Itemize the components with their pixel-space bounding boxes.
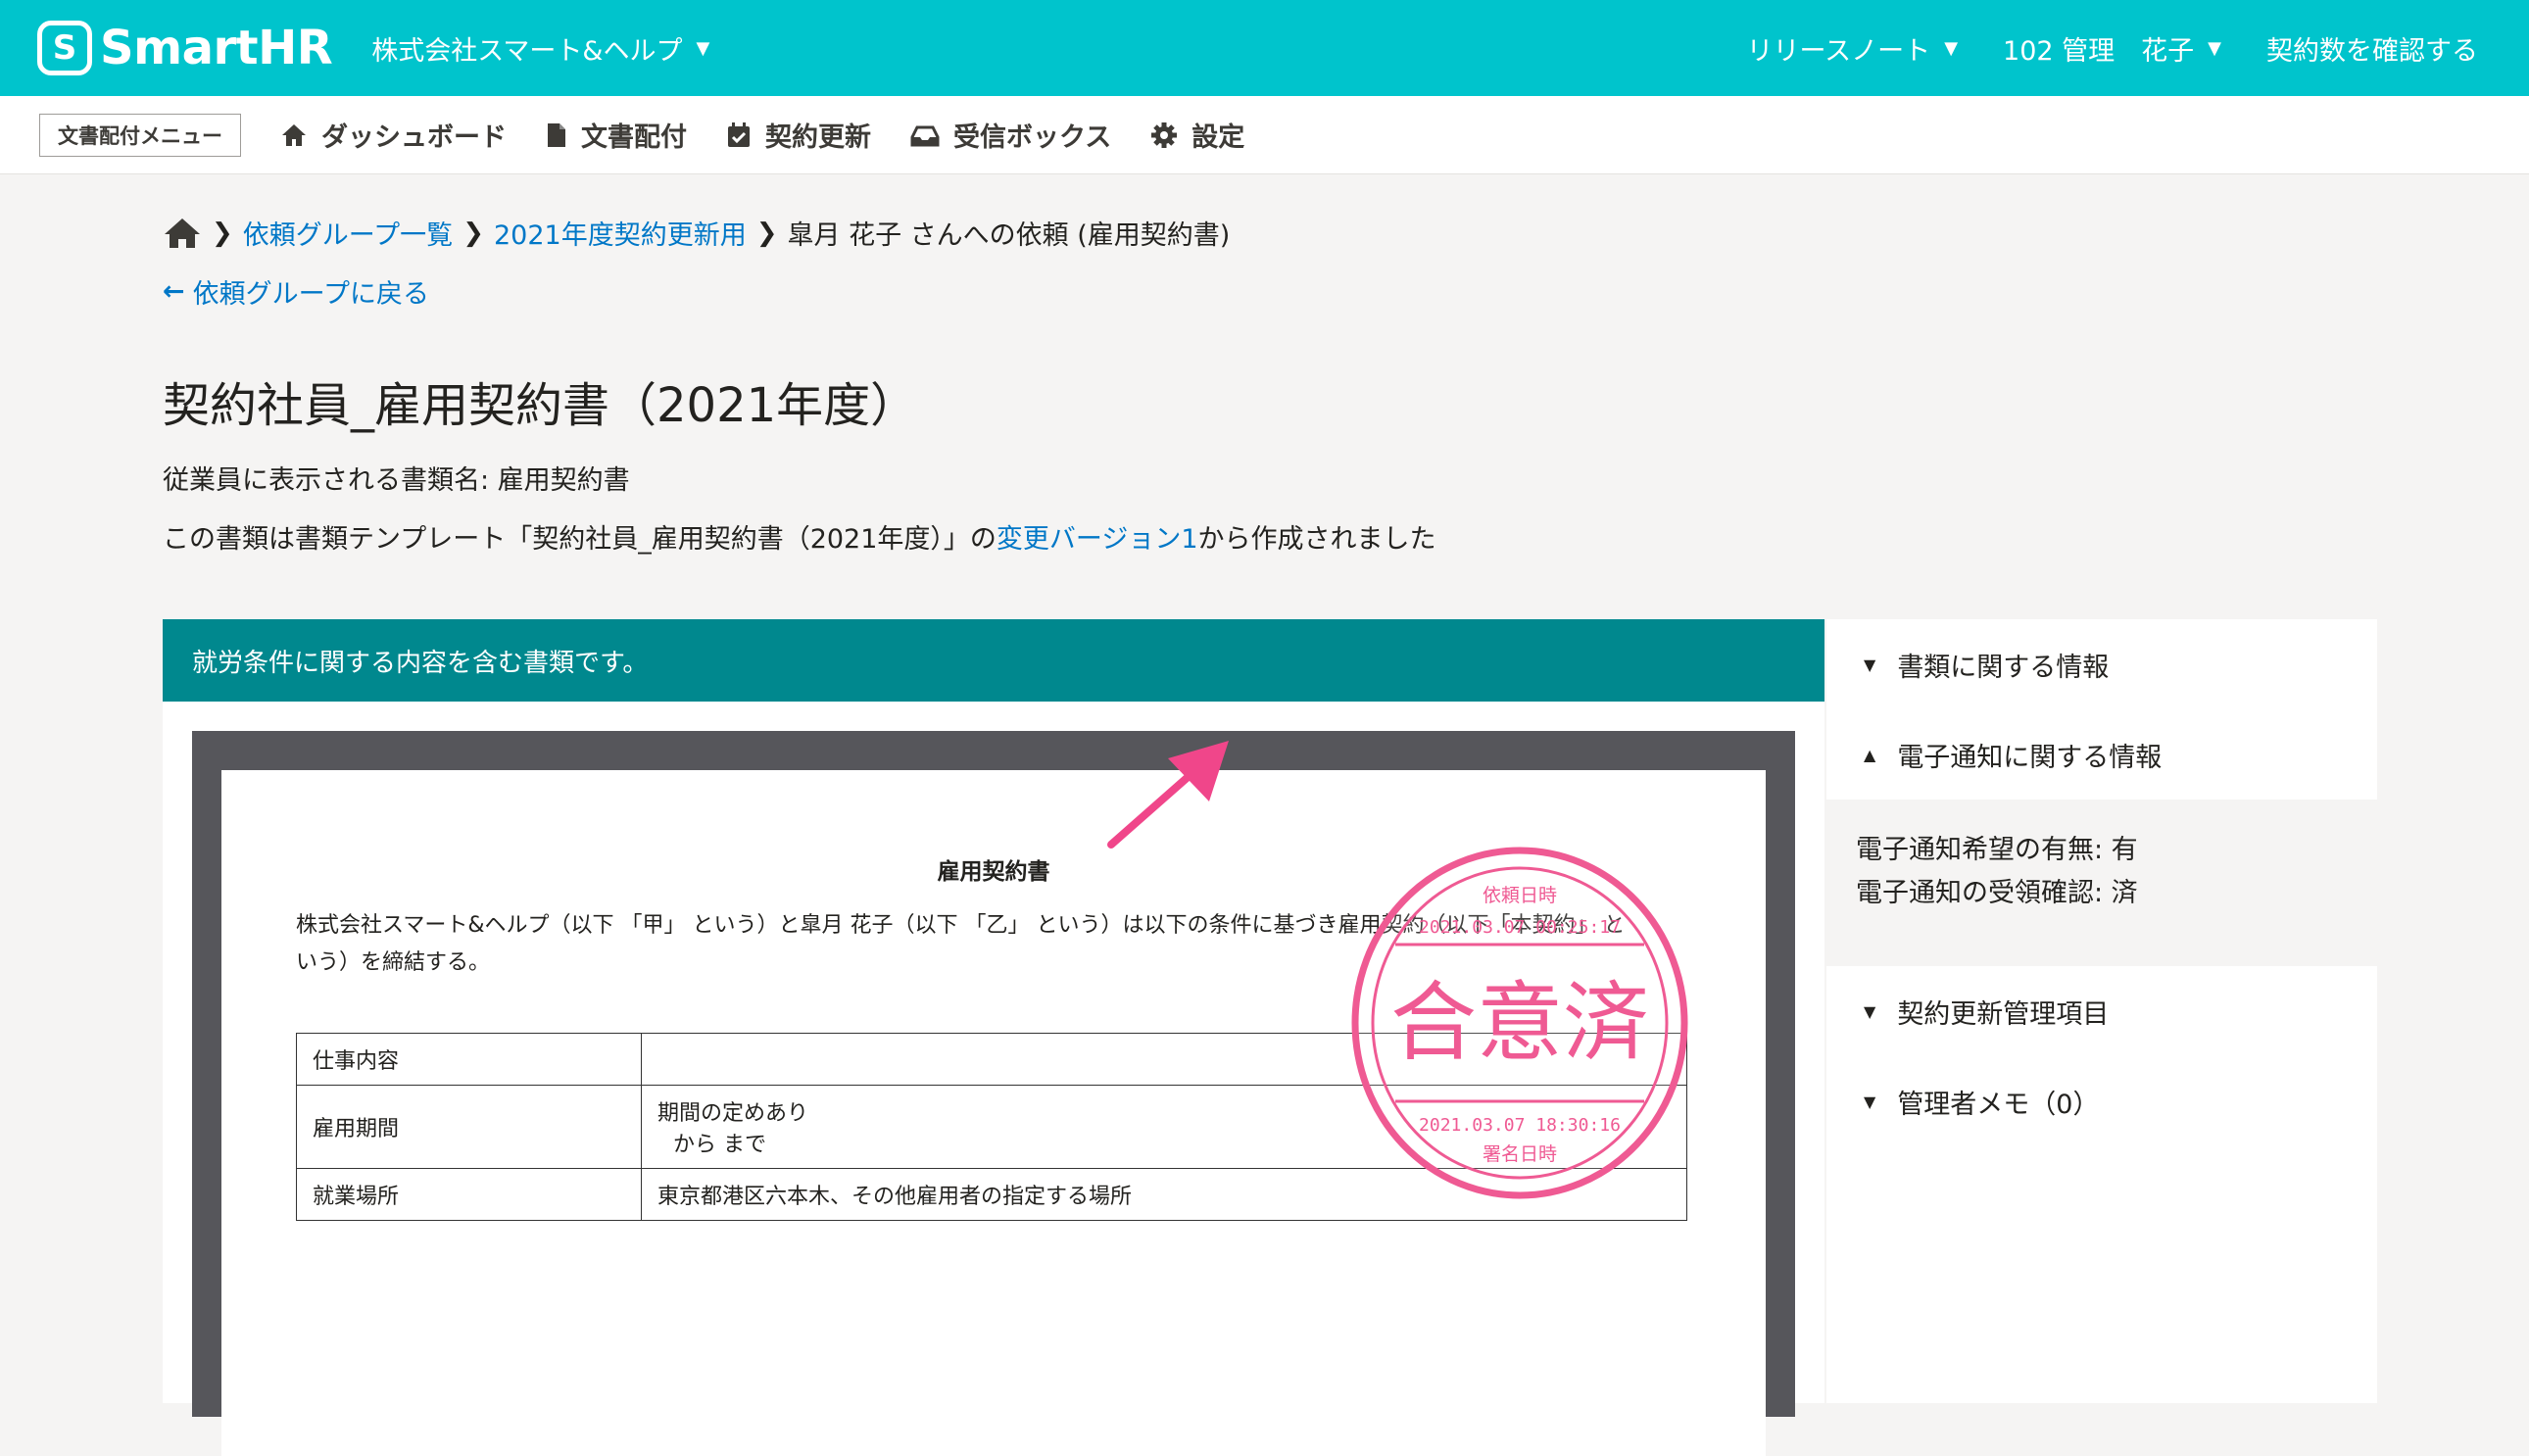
accordion-label: 書類に関する情報 [1897,652,2110,683]
menu-tag: 文書配付メニュー [39,113,241,157]
caret-down-icon: ▼ [1864,1001,1876,1021]
stamp-top-date: 2021.03.07 00:25:17 [1419,917,1621,938]
nav-label: 文書配付 [581,122,687,153]
agreement-stamp: 依頼日時 2021.03.07 00:25:17 合意済 2021.03.07 … [1351,847,1688,1199]
nav-label: 設定 [1192,122,1245,153]
check-contracts-label: 契約数を確認する [2266,35,2478,67]
employee-doc-name: 従業員に表示される書類名: 雇用契約書 [163,465,630,496]
breadcrumb: ❯ 依頼グループ一覧 ❯ 2021年度契約更新用 ❯ 皐月 花子 さんへの依頼 … [163,214,1230,252]
release-notes-label: リリースノート [1746,35,1931,67]
chevron-right-icon: ❯ [212,218,233,248]
breadcrumb-renewal-group[interactable]: 2021年度契約更新用 [494,214,747,252]
info-sidebar: ▼ 書類に関する情報 ▲ 電子通知に関する情報 電子通知希望の有無: 有 電子通… [1826,619,2377,1403]
notification-wish: 電子通知希望の有無: 有 [1856,835,2138,865]
nav-label: 受信ボックス [953,122,1112,153]
breadcrumb-request-groups[interactable]: 依頼グループ一覧 [243,214,453,252]
company-switcher[interactable]: 株式会社スマート&ヘルプ ▼ [371,29,709,68]
accordion-document-info[interactable]: ▼ 書類に関する情報 [1826,619,2377,709]
release-notes-menu[interactable]: リリースノート ▼ [1747,29,1959,68]
chevron-down-icon: ▼ [1944,37,1959,59]
gear-icon [1151,121,1178,148]
chevron-right-icon: ❯ [755,218,778,248]
chevron-down-icon: ▼ [2208,37,2221,59]
inbox-icon [910,125,940,146]
chevron-down-icon: ▼ [696,37,710,59]
working-conditions-banner: 就労条件に関する内容を含む書類です。 [163,619,1824,702]
chevron-right-icon: ❯ [462,218,484,248]
nav-label: ダッシュボード [321,122,507,153]
stamp-bottom-label: 署名日時 [1483,1143,1557,1165]
notification-receipt: 電子通知の受領確認: 済 [1856,878,2138,908]
nav-dashboard[interactable]: ダッシュボード [280,116,507,154]
back-label: 依頼グループに戻る [192,279,430,310]
caret-up-icon: ▲ [1864,745,1876,764]
doc-delivery-nav: 文書配付メニュー ダッシュボード 文書配付 契約更新 受信ボックス 設定 [0,96,2529,174]
nav-label: 契約更新 [765,122,871,153]
template-version-link[interactable]: 変更バージョン1 [997,524,1198,555]
table-key: 雇用期間 [296,1085,642,1169]
smarthr-logo[interactable]: S SmartHR [37,21,333,75]
arrow-left-icon: ← [163,276,185,307]
back-to-group-link[interactable]: ← 依頼グループに戻る [163,272,429,311]
accordion-label: 契約更新管理項目 [1897,998,2110,1030]
user-menu[interactable]: 102 管理 花子 ▼ [2003,29,2221,68]
template-info: この書類は書類テンプレート「契約社員_雇用契約書（2021年度）」の変更バージョ… [163,517,1436,556]
accordion-notification-info[interactable]: ▲ 電子通知に関する情報 [1826,709,2377,800]
stamp-bottom-date: 2021.03.07 18:30:16 [1419,1115,1621,1136]
accordion-renewal-items[interactable]: ▼ 契約更新管理項目 [1826,966,2377,1056]
user-name: 102 管理 花子 [2003,35,2195,67]
accordion-label: 管理者メモ（0） [1897,1089,2100,1120]
caret-down-icon: ▼ [1864,1092,1876,1111]
top-header: S SmartHR 株式会社スマート&ヘルプ ▼ リリースノート ▼ 102 管… [0,0,2529,96]
stamp-top-label: 依頼日時 [1483,885,1557,906]
nav-inbox[interactable]: 受信ボックス [910,116,1111,154]
accordion-label: 電子通知に関する情報 [1897,742,2163,773]
accordion-admin-memo[interactable]: ▼ 管理者メモ（0） [1826,1056,2377,1146]
template-suffix: から作成されました [1197,524,1436,555]
logo-mark-icon: S [37,21,92,75]
template-prefix: この書類は書類テンプレート「契約社員_雇用契約書（2021年度）」の [163,524,997,555]
page-title: 契約社員_雇用契約書（2021年度） [163,378,918,433]
home-icon [282,123,306,146]
breadcrumb-current: 皐月 花子 さんへの依頼 (雇用契約書) [787,220,1231,251]
nav-settings[interactable]: 設定 [1150,116,1244,154]
notification-info-body: 電子通知希望の有無: 有 電子通知の受領確認: 済 [1826,800,2377,966]
annotation-arrow-icon [1107,741,1229,849]
stamp-main-text: 合意済 [1390,972,1649,1073]
caret-down-icon: ▼ [1864,655,1876,674]
nav-document-delivery[interactable]: 文書配付 [546,116,687,154]
company-name: 株式会社スマート&ヘルプ [371,35,683,67]
nav-contract-renewal[interactable]: 契約更新 [726,116,871,154]
calendar-check-icon [728,121,750,147]
table-key: 仕事内容 [296,1033,642,1086]
logo-text: SmartHR [100,21,333,75]
document-icon [548,122,565,147]
home-icon[interactable] [163,217,202,250]
check-contracts-link[interactable]: 契約数を確認する [2266,29,2478,68]
table-key: 就業場所 [296,1168,642,1221]
